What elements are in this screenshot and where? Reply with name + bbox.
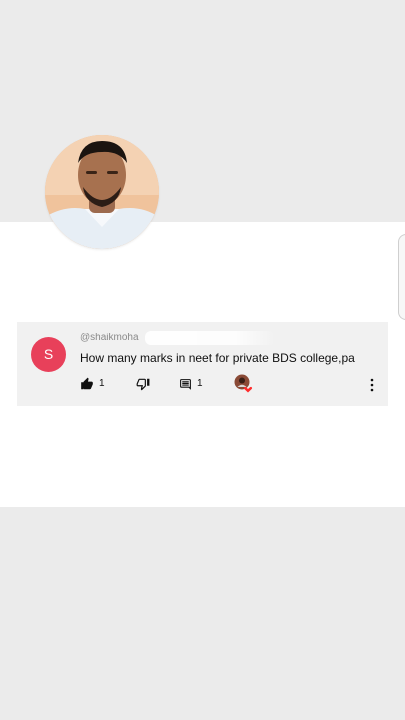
reply-button[interactable]: 1	[179, 376, 203, 392]
dislike-button[interactable]	[136, 376, 150, 392]
comment-icon	[179, 378, 192, 391]
commenter-avatar[interactable]: S	[31, 337, 66, 372]
creator-profile-photo	[45, 135, 159, 249]
commenter-handle[interactable]: @shaikmoha	[80, 333, 139, 343]
comment-card: S @shaikmoha How many marks in neet for …	[17, 322, 388, 406]
like-button[interactable]: 1	[80, 376, 105, 392]
comment-text: How many marks in neet for private BDS c…	[80, 351, 355, 365]
thumb-down-icon	[136, 377, 150, 391]
more-vert-icon	[367, 378, 377, 397]
bottom-background	[0, 507, 405, 720]
creator-heart	[234, 374, 254, 394]
more-options-button[interactable]	[367, 377, 377, 393]
creator-heart-icon	[234, 374, 254, 394]
thumb-up-icon	[80, 377, 94, 391]
like-count: 1	[99, 378, 105, 389]
handle-blur-overlay	[145, 331, 275, 345]
side-panel-handle[interactable]	[398, 234, 405, 320]
reply-count: 1	[197, 378, 203, 389]
